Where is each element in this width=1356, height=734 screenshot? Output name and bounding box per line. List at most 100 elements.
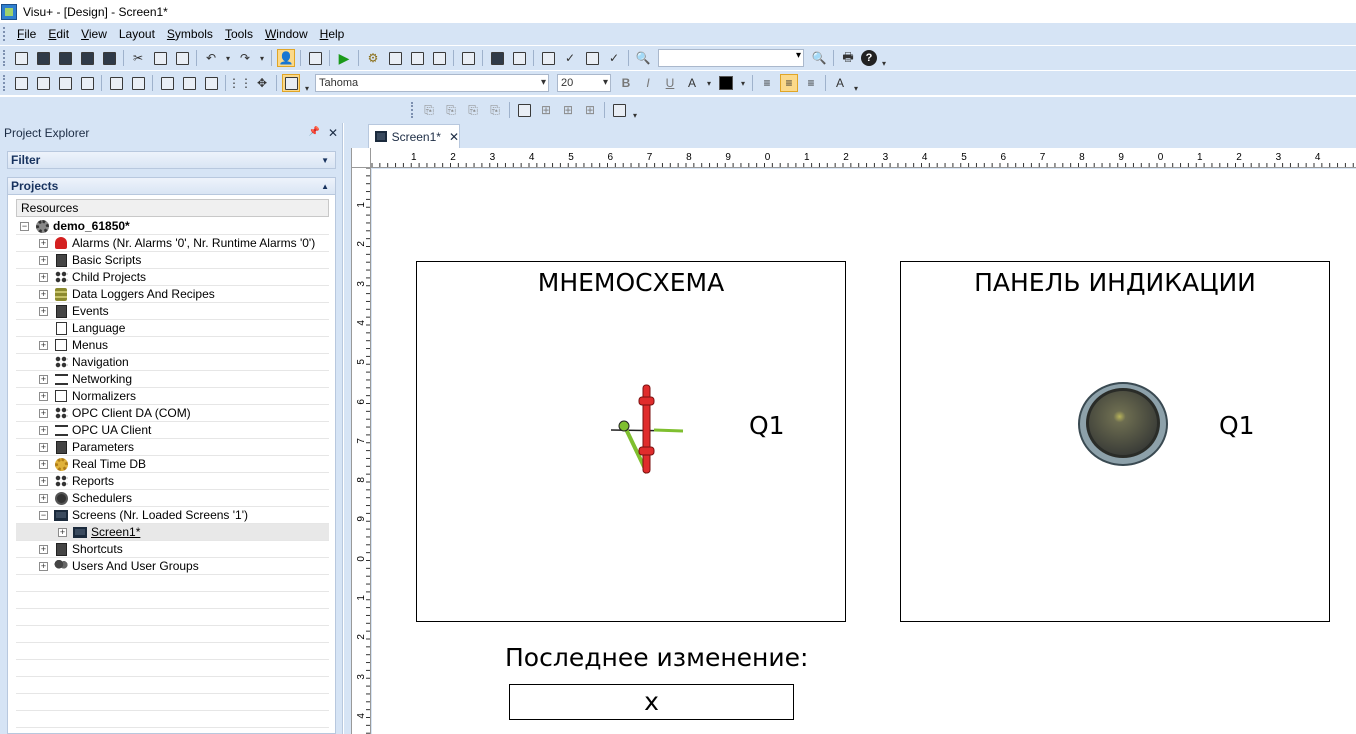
italic-icon[interactable]: I	[639, 74, 657, 92]
expand-toggle-icon[interactable]: +	[39, 408, 48, 418]
redo-dropdown-icon[interactable]: ▾	[258, 49, 266, 67]
tree-item[interactable]: + Events	[16, 303, 329, 320]
center-horizontal-icon[interactable]	[129, 74, 147, 92]
validate-icon[interactable]: ✓	[605, 49, 623, 67]
filter-section[interactable]: Filter ▼	[7, 151, 336, 169]
last-change-value[interactable]: x	[509, 684, 794, 720]
text-color-dropdown-icon[interactable]: ▾	[705, 74, 713, 92]
run-icon[interactable]: ▶	[335, 49, 353, 67]
same-width-icon[interactable]	[158, 74, 176, 92]
expand-toggle-icon[interactable]: +	[39, 238, 48, 248]
align-top-icon[interactable]	[56, 74, 74, 92]
user-icon[interactable]: 👤	[277, 49, 295, 67]
tree-item[interactable]: + Users And User Groups	[16, 558, 329, 575]
align-bottom-icon[interactable]	[78, 74, 96, 92]
fill-color-icon[interactable]	[717, 74, 735, 92]
compile-icon[interactable]	[306, 49, 324, 67]
text-color-icon[interactable]: A	[683, 74, 701, 92]
checklist-icon[interactable]	[510, 49, 528, 67]
save-all-icon[interactable]	[56, 49, 74, 67]
expand-toggle-icon[interactable]: +	[39, 425, 48, 435]
tree-item[interactable]: + Reports	[16, 473, 329, 490]
expand-toggle-icon[interactable]: +	[39, 289, 48, 299]
expand-toggle-icon[interactable]: +	[39, 306, 48, 316]
save-copy-icon[interactable]	[100, 49, 118, 67]
expand-toggle-icon[interactable]: +	[58, 527, 67, 537]
bring-front-icon[interactable]: ⎘	[420, 101, 438, 119]
tree-item[interactable]: Navigation	[16, 354, 329, 371]
symbol-icon[interactable]: ⊞	[581, 101, 599, 119]
approve-icon[interactable]: ✓	[561, 49, 579, 67]
tree-item[interactable]: + Child Projects	[16, 269, 329, 286]
menu-item-layout[interactable]: Layout	[113, 27, 161, 41]
tree-item[interactable]: + OPC UA Client	[16, 422, 329, 439]
paste-icon[interactable]	[173, 49, 191, 67]
print-icon[interactable]: 🖶	[839, 49, 857, 67]
expand-toggle-icon[interactable]: +	[39, 374, 48, 384]
search-icon[interactable]: 🔍	[810, 49, 828, 67]
expand-toggle-icon[interactable]: −	[20, 221, 29, 231]
tree-item[interactable]: + Networking	[16, 371, 329, 388]
find-icon[interactable]: 🔍	[634, 49, 652, 67]
tag-icon[interactable]	[386, 49, 404, 67]
tree-item[interactable]: − demo_61850*	[16, 218, 329, 235]
export-icon[interactable]	[583, 49, 601, 67]
menu-grip[interactable]	[3, 27, 7, 41]
close-icon[interactable]: ✕	[449, 130, 459, 144]
text-align-center-icon[interactable]: ≡	[780, 74, 798, 92]
expand-toggle-icon[interactable]: +	[39, 272, 48, 282]
help-icon[interactable]: ?	[861, 50, 877, 66]
tree-item[interactable]: Language	[16, 320, 329, 337]
open-icon[interactable]	[34, 49, 52, 67]
bold-icon[interactable]: B	[617, 74, 635, 92]
edit-group-icon[interactable]: ⊞	[559, 101, 577, 119]
menu-item-window[interactable]: Window	[259, 27, 314, 41]
group-icon[interactable]	[515, 101, 533, 119]
snap-icon[interactable]: ✥	[253, 74, 271, 92]
toolbar-overflow-icon[interactable]: ▾	[303, 73, 311, 93]
tree-item[interactable]: + OPC Client DA (COM)	[16, 405, 329, 422]
font-dialog-icon[interactable]: A	[831, 74, 849, 92]
design-canvas[interactable]: МНЕМОСХЕМА Q1 ПАНЕЛЬ ИНДИКАЦИИ Q1 Послед…	[372, 169, 1356, 734]
font-combo[interactable]: Tahoma ▾	[315, 74, 549, 92]
expand-toggle-icon[interactable]: +	[39, 442, 48, 452]
tree-item[interactable]: + Normalizers	[16, 388, 329, 405]
window-icon[interactable]	[488, 49, 506, 67]
toolbar-grip[interactable]	[3, 75, 7, 91]
indication-panel[interactable]: ПАНЕЛЬ ИНДИКАЦИИ Q1	[900, 261, 1330, 622]
frame-icon[interactable]	[610, 101, 628, 119]
menu-item-file[interactable]: File	[11, 27, 42, 41]
indicator-lamp[interactable]	[1077, 381, 1169, 467]
tab-screen1[interactable]: Screen1* ✕	[368, 124, 460, 148]
undo-icon[interactable]: ↶	[202, 49, 220, 67]
expand-toggle-icon[interactable]: +	[39, 340, 48, 350]
expand-toggle-icon[interactable]: −	[39, 510, 48, 520]
same-height-icon[interactable]	[180, 74, 198, 92]
toolbar-overflow-icon[interactable]: ▾	[631, 100, 639, 120]
tree-item[interactable]: + Data Loggers And Recipes	[16, 286, 329, 303]
breaker-symbol[interactable]	[609, 383, 689, 479]
close-icon[interactable]: ✕	[328, 126, 338, 140]
menu-item-view[interactable]: View	[75, 27, 113, 41]
cut-icon[interactable]: ✂	[129, 49, 147, 67]
underline-icon[interactable]: U	[661, 74, 679, 92]
tree-item[interactable]: + Basic Scripts	[16, 252, 329, 269]
menu-item-edit[interactable]: Edit	[42, 27, 75, 41]
tree-item[interactable]: + Real Time DB	[16, 456, 329, 473]
check-icon[interactable]	[430, 49, 448, 67]
ruler-icon[interactable]	[282, 74, 300, 92]
toolbar-grip[interactable]	[411, 102, 415, 118]
send-back-icon[interactable]: ⎘	[442, 101, 460, 119]
resources-tab[interactable]: Resources	[16, 199, 329, 217]
tree-item[interactable]: + Shortcuts	[16, 541, 329, 558]
browse-icon[interactable]	[408, 49, 426, 67]
toolbar-grip[interactable]	[3, 50, 7, 66]
center-vertical-icon[interactable]	[107, 74, 125, 92]
toolbar-overflow-icon[interactable]: ▾	[880, 48, 888, 68]
tree-item[interactable]: + Parameters	[16, 439, 329, 456]
search-combo[interactable]	[658, 49, 804, 67]
grid-icon[interactable]: ⋮⋮	[228, 74, 252, 92]
ungroup-icon[interactable]: ⊞	[537, 101, 555, 119]
copy-icon[interactable]	[151, 49, 169, 67]
tree-item[interactable]: + Schedulers	[16, 490, 329, 507]
